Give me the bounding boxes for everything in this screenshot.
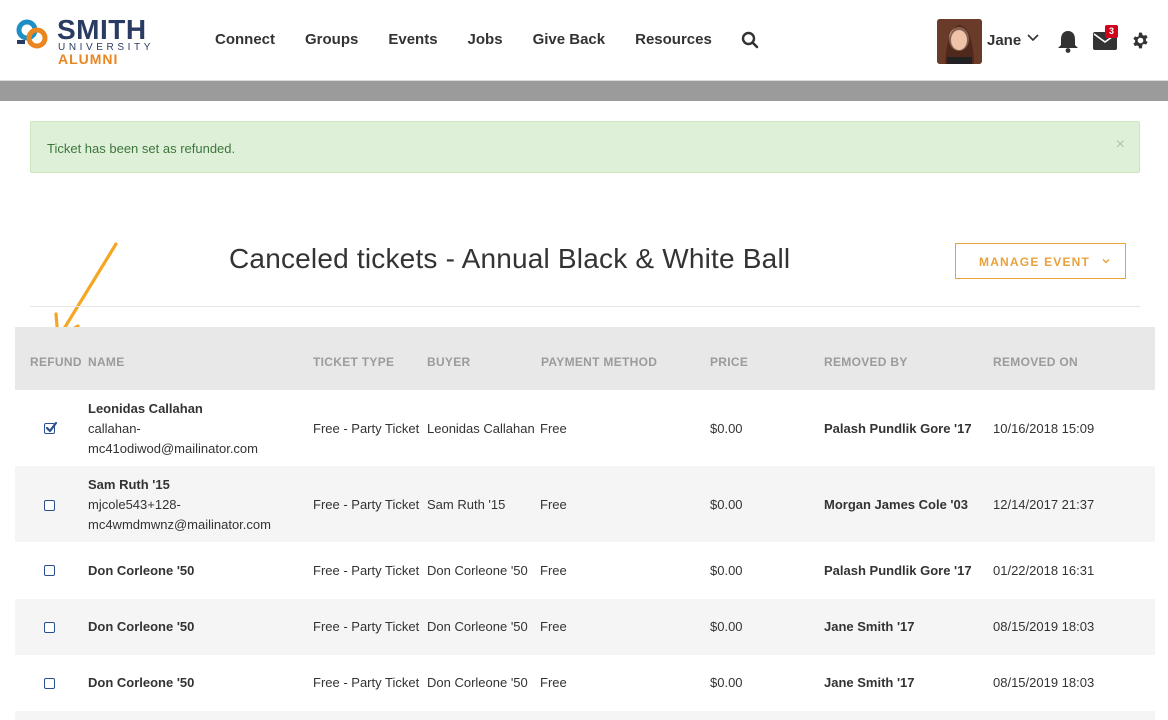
removed-by: Palash Pundlik Gore '17 <box>824 563 972 578</box>
close-icon[interactable]: × <box>1116 136 1125 154</box>
table-row: Sam Ruth '15 mjcole543+128- mc4wmdmwnz@m… <box>15 466 1155 542</box>
avatar-image <box>937 19 982 64</box>
payment-method: Free <box>540 563 567 578</box>
title-divider <box>30 306 1140 307</box>
removed-on: 01/22/2018 16:31 <box>993 563 1095 578</box>
removed-on: 08/15/2019 18:03 <box>993 619 1095 634</box>
table-row: Don Corleone '50 Free - Party Ticket Don… <box>15 655 1155 711</box>
header-divider-band <box>0 81 1168 101</box>
refund-checkbox[interactable] <box>44 500 55 511</box>
ticket-type: Free - Party Ticket <box>313 563 420 578</box>
payment-method: Free <box>540 619 567 634</box>
buyer: Leonidas Callahan <box>427 421 535 436</box>
nav-connect[interactable]: Connect <box>215 31 275 48</box>
table-row: Don Corleone '50 Free - Party Ticket Don… <box>15 542 1155 599</box>
nav-give-back[interactable]: Give Back <box>533 31 606 48</box>
refund-checkbox[interactable] <box>44 565 55 576</box>
manage-event-button[interactable]: MANAGE EVENT <box>955 243 1126 279</box>
column-header-buyer: BUYER <box>427 355 471 369</box>
table-row <box>15 711 1155 720</box>
attendee-email-line2: mc41odiwod@mailinator.com <box>88 441 258 456</box>
ticket-type: Free - Party Ticket <box>313 497 420 512</box>
removed-by: Palash Pundlik Gore '17 <box>824 421 972 436</box>
table-row: Don Corleone '50 Free - Party Ticket Don… <box>15 599 1155 655</box>
ticket-type: Free - Party Ticket <box>313 619 420 634</box>
column-header-removed-by: REMOVED BY <box>824 355 908 369</box>
user-avatar[interactable] <box>937 19 982 64</box>
success-alert: Ticket has been set as refunded. × <box>30 121 1140 173</box>
attendee-name: Sam Ruth '15 <box>88 477 170 492</box>
chevron-down-icon <box>1102 259 1110 264</box>
price: $0.00 <box>710 619 743 634</box>
chevron-down-icon[interactable] <box>1026 31 1040 45</box>
attendee-name: Don Corleone '50 <box>88 675 195 690</box>
ticket-type: Free - Party Ticket <box>313 675 420 690</box>
nav-events[interactable]: Events <box>388 31 437 48</box>
nav-jobs[interactable]: Jobs <box>468 31 503 48</box>
removed-on: 10/16/2018 15:09 <box>993 421 1095 436</box>
attendee-email-line2: mc4wmdmwnz@mailinator.com <box>88 517 271 532</box>
manage-event-label: MANAGE EVENT <box>979 255 1091 269</box>
gear-icon[interactable] <box>1130 30 1151 51</box>
attendee-email-line1: mjcole543+128- <box>88 497 181 512</box>
attendee-name: Don Corleone '50 <box>88 619 195 634</box>
column-header-refund: REFUND <box>30 355 82 369</box>
logo-text-alumni: ALUMNI <box>58 51 119 67</box>
bell-icon[interactable] <box>1057 29 1079 53</box>
buyer: Don Corleone '50 <box>427 675 528 690</box>
payment-method: Free <box>540 497 567 512</box>
column-header-name: NAME <box>88 355 125 369</box>
nav-resources[interactable]: Resources <box>635 31 712 48</box>
removed-on: 08/15/2019 18:03 <box>993 675 1095 690</box>
column-header-payment-method: PAYMENT METHOD <box>541 355 658 369</box>
buyer: Don Corleone '50 <box>427 563 528 578</box>
ticket-type: Free - Party Ticket <box>313 421 420 436</box>
alert-message: Ticket has been set as refunded. <box>47 141 236 156</box>
removed-by: Jane Smith '17 <box>824 619 915 634</box>
price: $0.00 <box>710 675 743 690</box>
search-icon[interactable] <box>741 31 759 49</box>
table-row: Leonidas Callahan callahan- mc41odiwod@m… <box>15 390 1155 466</box>
column-header-removed-on: REMOVED ON <box>993 355 1079 369</box>
mail-count-badge: 3 <box>1105 25 1118 38</box>
column-header-ticket-type: TICKET TYPE <box>313 355 395 369</box>
removed-by: Jane Smith '17 <box>824 675 915 690</box>
smith-alumni-logo[interactable]: SMITH UNIVERSITY ALUMNI <box>15 14 165 68</box>
refund-checkbox[interactable] <box>44 622 55 633</box>
checkmark-icon <box>45 421 58 433</box>
removed-by: Morgan James Cole '03 <box>824 497 968 512</box>
removed-on: 12/14/2017 21:37 <box>993 497 1095 512</box>
price: $0.00 <box>710 497 743 512</box>
payment-method: Free <box>540 421 567 436</box>
price: $0.00 <box>710 421 743 436</box>
attendee-name: Don Corleone '50 <box>88 563 195 578</box>
table-header: REFUND NAME TICKET TYPE BUYER PAYMENT ME… <box>15 327 1155 390</box>
page-title: Canceled tickets - Annual Black & White … <box>229 243 791 274</box>
payment-method: Free <box>540 675 567 690</box>
refund-checkbox[interactable] <box>44 678 55 689</box>
logo-mark-icon <box>16 19 48 49</box>
refund-checkbox[interactable] <box>44 421 58 434</box>
nav-groups[interactable]: Groups <box>305 31 358 48</box>
top-navigation-bar: SMITH UNIVERSITY ALUMNI Connect Groups E… <box>0 0 1168 81</box>
main-nav: Connect Groups Events Jobs Give Back Res… <box>215 31 742 48</box>
attendee-email-line1: callahan- <box>88 421 141 436</box>
price: $0.00 <box>710 563 743 578</box>
buyer: Don Corleone '50 <box>427 619 528 634</box>
attendee-name: Leonidas Callahan <box>88 401 203 416</box>
column-header-price: PRICE <box>710 355 749 369</box>
user-name[interactable]: Jane <box>987 32 1021 49</box>
buyer: Sam Ruth '15 <box>427 497 506 512</box>
